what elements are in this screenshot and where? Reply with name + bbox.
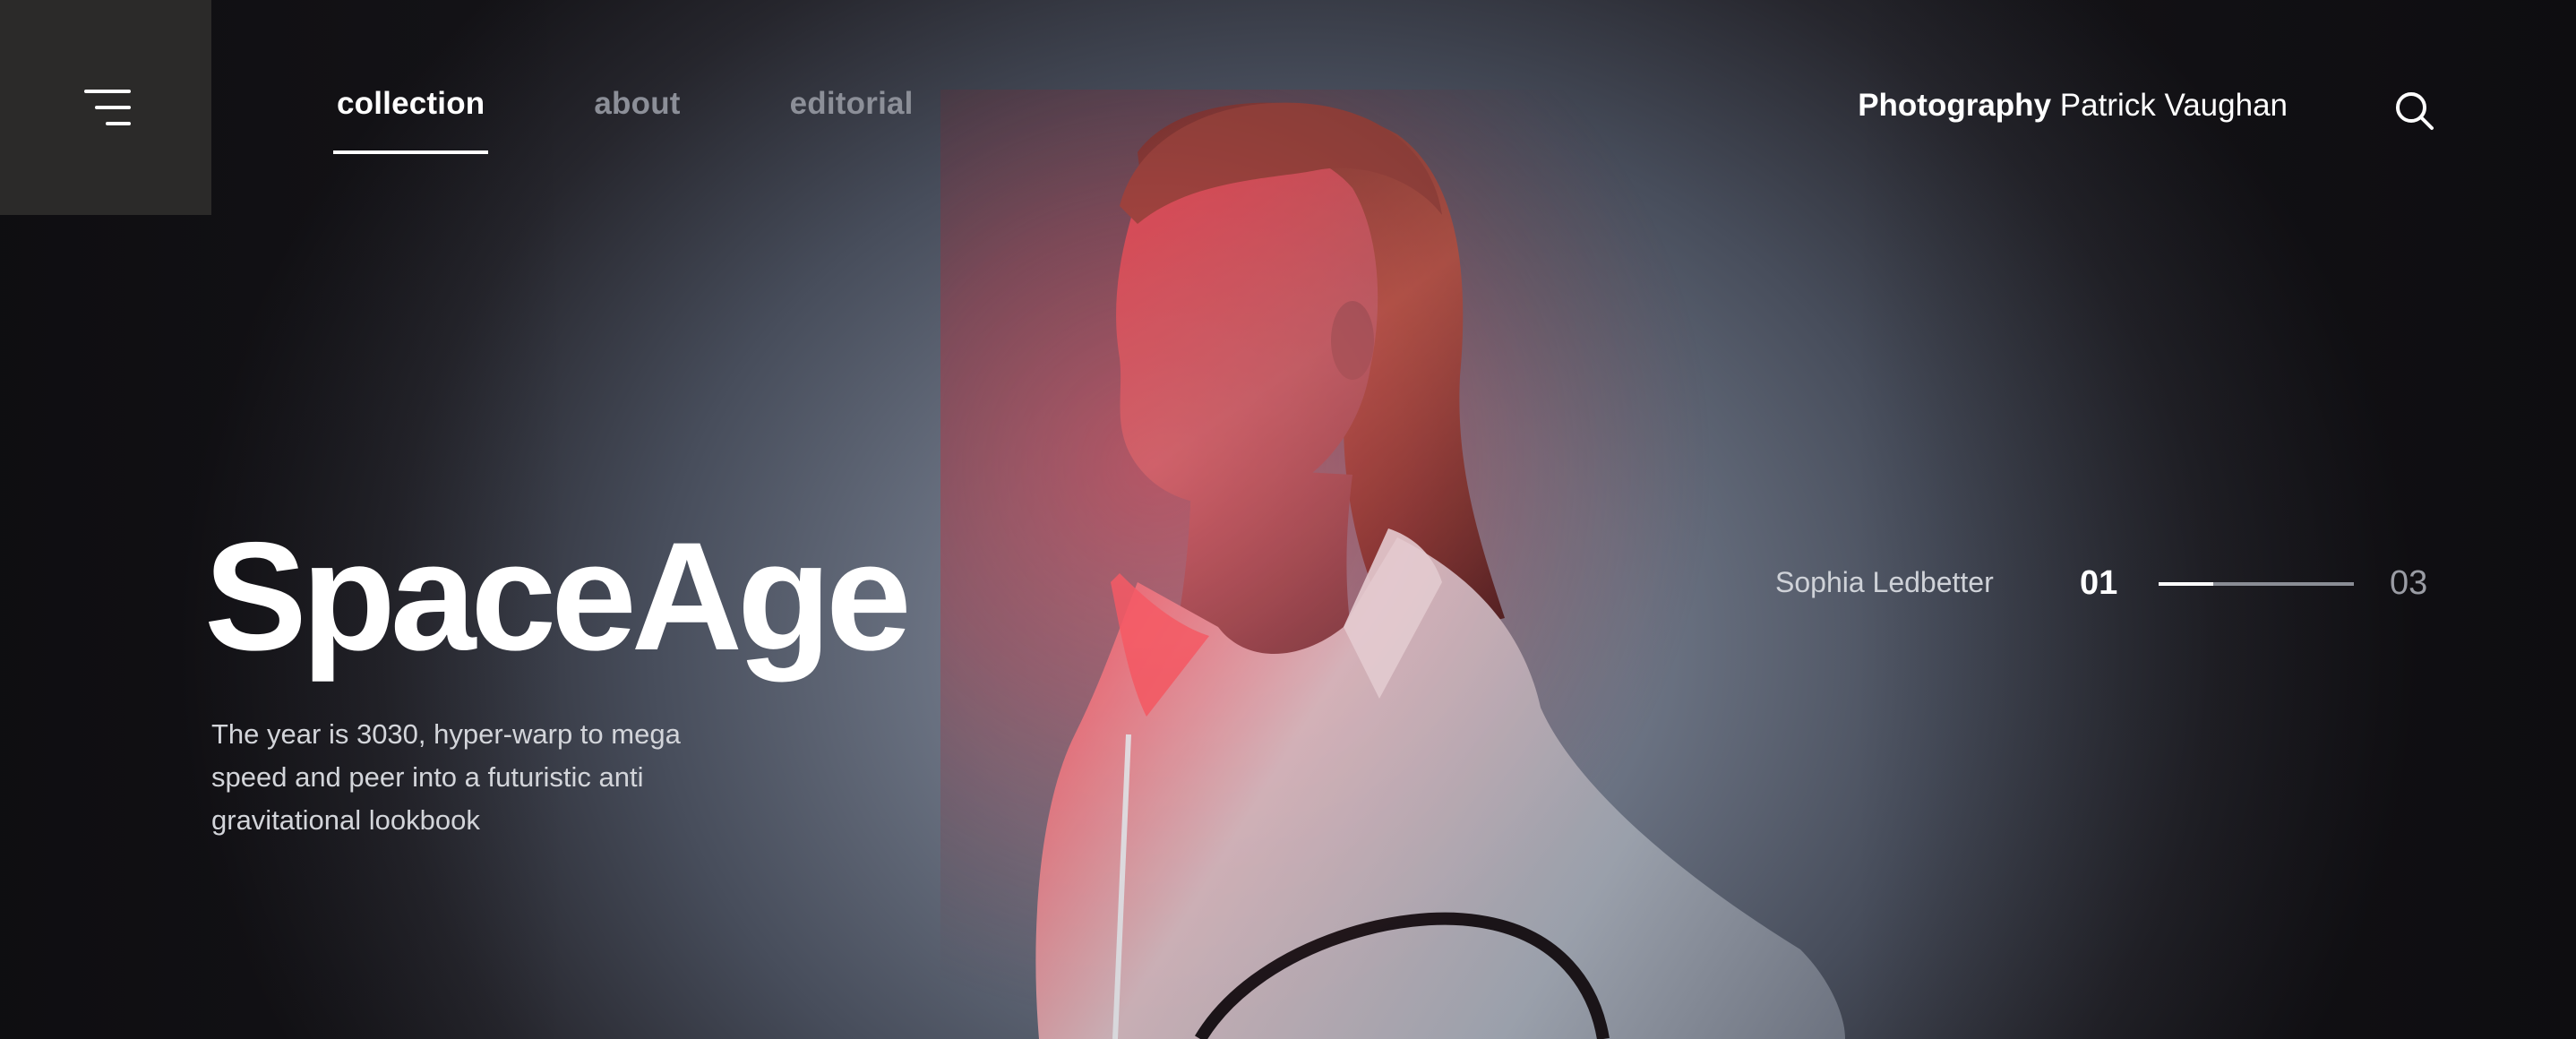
nav-item-about[interactable]: about (594, 86, 680, 122)
model-name: Sophia Ledbetter (1775, 566, 1994, 598)
slide-total-number: 03 (2390, 564, 2428, 602)
hero-title: SpaceAge (204, 511, 912, 683)
credit-name: Patrick Vaughan (2059, 88, 2288, 123)
search-icon (2396, 92, 2434, 130)
slide-progress-fill (2159, 582, 2214, 586)
credit-role: Photography (1858, 88, 2052, 123)
photo-credit: Photography Patrick Vaughan (1858, 88, 2288, 124)
nav-item-editorial[interactable]: editorial (790, 86, 914, 122)
slide-current-number: 01 (2080, 564, 2118, 602)
hero-description: The year is 3030, hyper-warp to mega spe… (211, 718, 681, 836)
slide-progress-bar[interactable] (2159, 582, 2354, 586)
menu-button[interactable] (0, 0, 211, 215)
nav-item-collection[interactable]: collection (332, 86, 489, 154)
hamburger-menu-icon (81, 90, 131, 125)
main-nav: collection about editorial (332, 86, 1023, 154)
search-button[interactable] (2393, 90, 2436, 133)
